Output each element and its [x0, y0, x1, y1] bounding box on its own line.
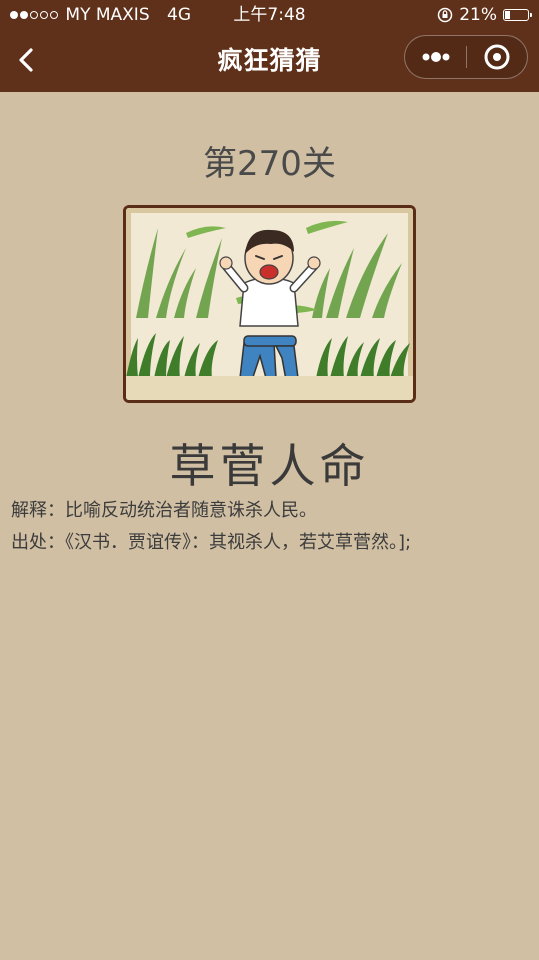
explanation-line: 解释：比喻反动统治者随意诛杀人民。 — [11, 496, 317, 522]
close-button[interactable] — [467, 36, 527, 78]
more-dots-icon — [422, 52, 450, 62]
explanation-text: 比喻反动统治者随意诛杀人民。 — [65, 500, 317, 521]
idiom-answer: 草菅人命 — [169, 439, 370, 493]
idiom-illustration — [123, 205, 416, 403]
top-bar: MY MAXIS 4G 上午7:48 21% 疯狂猜猜 — [0, 0, 539, 92]
mini-program-capsule — [404, 35, 528, 79]
more-button[interactable] — [405, 36, 467, 78]
level-number: 第270关 — [203, 144, 336, 184]
explanation-label: 解释： — [11, 500, 65, 521]
battery-percent: 21% — [459, 5, 497, 25]
battery-icon — [503, 9, 532, 21]
rotation-lock-icon — [437, 7, 453, 23]
source-text: 《汉书．贾谊传》：其视杀人，若艾草菅然。]; — [65, 532, 412, 553]
nav-bar: 疯狂猜猜 — [0, 30, 539, 92]
status-bar: MY MAXIS 4G 上午7:48 21% — [0, 0, 539, 30]
source-label: 出处： — [11, 532, 65, 553]
source-line: 出处：《汉书．贾谊传》：其视杀人，若艾草菅然。]; — [11, 528, 411, 554]
status-right: 21% — [437, 0, 532, 30]
grass-man-illustration-icon — [126, 208, 413, 400]
close-target-icon — [484, 44, 510, 70]
